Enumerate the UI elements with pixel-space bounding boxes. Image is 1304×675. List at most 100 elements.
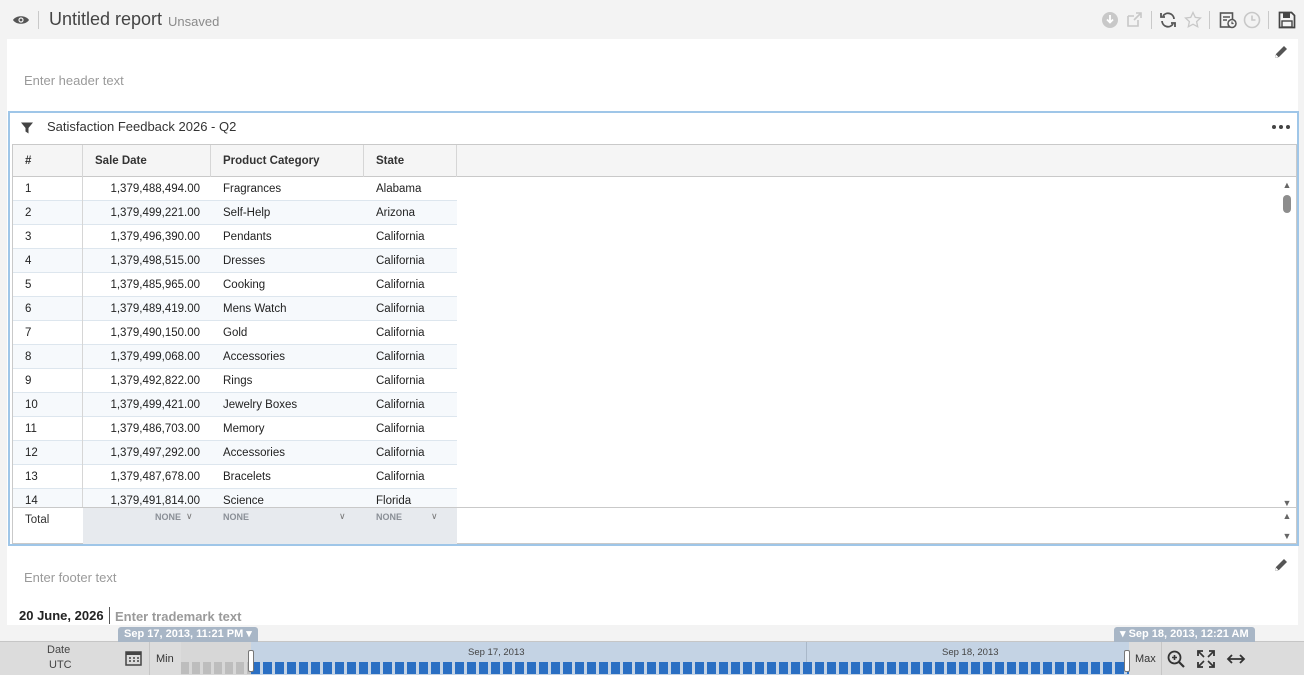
range-start-label[interactable]: Sep 17, 2013, 11:21 PM ▾	[118, 627, 258, 642]
row-number: 2	[25, 207, 32, 219]
table-row[interactable]: 3 1,379,496,390.00 Pendants California	[13, 225, 457, 249]
table-row[interactable]: 1 1,379,488,494.00 Fragrances Alabama	[13, 177, 457, 201]
table-widget[interactable]: Satisfaction Feedback 2026 - Q2 # Sale D…	[8, 111, 1299, 546]
product-category-cell: Self-Help	[223, 207, 271, 219]
time-slider: Sep 17, 2013, 11:21 PM ▾ ▾ Sep 18, 2013,…	[0, 627, 1304, 675]
row-number: 1	[25, 183, 32, 195]
product-category-cell: Accessories	[223, 447, 285, 459]
filter-icon[interactable]	[20, 121, 34, 135]
timeline-track[interactable]: Sep 17, 2013 Sep 18, 2013	[181, 642, 1130, 675]
table-row[interactable]: 2 1,379,499,221.00 Self-Help Arizona	[13, 201, 457, 225]
table-row[interactable]: 5 1,379,485,965.00 Cooking California	[13, 273, 457, 297]
sale-date-cell: 1,379,497,292.00	[110, 447, 200, 459]
column-divider	[82, 145, 83, 543]
timezone-label: UTC	[49, 659, 72, 671]
table-header-row: # Sale Date Product Category State	[13, 145, 1296, 177]
calendar-icon[interactable]	[125, 650, 142, 666]
scroll-down-icon[interactable]: ▼	[1282, 499, 1292, 508]
table-row[interactable]: 4 1,379,498,515.00 Dresses California	[13, 249, 457, 273]
state-cell: Alabama	[376, 183, 422, 195]
range-end-text: Sep 18, 2013, 12:21 AM	[1128, 628, 1249, 640]
open-external-icon[interactable]	[1125, 11, 1143, 29]
table-row[interactable]: 10 1,379,499,421.00 Jewelry Boxes Californi…	[13, 393, 457, 417]
row-number: 9	[25, 375, 32, 387]
footer-text-placeholder[interactable]: Enter footer text	[24, 570, 117, 585]
column-header-number[interactable]: #	[13, 145, 83, 177]
chevron-down-icon[interactable]: ∨	[186, 511, 193, 522]
row-number: 12	[25, 447, 38, 459]
chevron-down-icon[interactable]: ∨	[431, 511, 438, 522]
scroll-down-icon[interactable]: ▼	[1282, 532, 1292, 541]
row-number: 6	[25, 303, 32, 315]
product-category-cell: Memory	[223, 423, 265, 435]
report-toolbar: Untitled report Unsaved	[0, 0, 1304, 40]
chevron-down-icon[interactable]: ∨	[339, 511, 346, 522]
sale-date-cell: 1,379,499,221.00	[110, 207, 200, 219]
edit-header-icon[interactable]	[1273, 44, 1289, 60]
product-category-cell: Gold	[223, 327, 248, 339]
range-end-handle[interactable]	[1124, 650, 1130, 672]
sale-date-cell: 1,379,491,814.00	[110, 495, 200, 507]
product-category-aggregation[interactable]: NONE	[223, 512, 249, 522]
table-body: 1 1,379,488,494.00 Fragrances Alabama 2 1,37…	[13, 177, 457, 507]
toolbar-divider	[1209, 11, 1210, 29]
max-button[interactable]: Max	[1135, 653, 1156, 665]
product-category-cell: Science	[223, 495, 264, 507]
edit-footer-icon[interactable]	[1273, 557, 1289, 573]
zoom-in-icon[interactable]	[1166, 649, 1186, 669]
scrollbar-thumb[interactable]	[1283, 195, 1291, 213]
product-category-cell: Mens Watch	[223, 303, 287, 315]
state-cell: California	[376, 279, 425, 291]
min-button[interactable]: Min	[156, 653, 174, 665]
fit-range-icon[interactable]	[1196, 649, 1216, 669]
range-start-handle[interactable]	[248, 650, 254, 672]
state-cell: California	[376, 447, 425, 459]
schedule-report-icon[interactable]	[1219, 11, 1237, 29]
eye-icon[interactable]	[12, 12, 30, 28]
sale-date-cell: 1,379,498,515.00	[110, 255, 200, 267]
report-title[interactable]: Untitled report	[49, 9, 162, 30]
save-icon[interactable]	[1278, 11, 1296, 29]
history-icon[interactable]	[1243, 11, 1261, 29]
state-cell: California	[376, 303, 425, 315]
scroll-up-icon[interactable]: ▲	[1282, 181, 1292, 190]
axis-label: Sep 18, 2013	[942, 647, 999, 658]
more-options-icon[interactable]	[1271, 121, 1291, 133]
totals-row: Total NONE ∨ NONE ∨ NONE ∨ ▲ ▼	[13, 507, 1296, 544]
table-row[interactable]: 13 1,379,487,678.00 Bracelets California	[13, 465, 457, 489]
table-row[interactable]: 8 1,379,499,068.00 Accessories California	[13, 345, 457, 369]
table-row[interactable]: 6 1,379,489,419.00 Mens Watch California	[13, 297, 457, 321]
scroll-up-icon[interactable]: ▲	[1282, 512, 1292, 521]
state-aggregation[interactable]: NONE	[376, 512, 402, 522]
product-category-cell: Fragrances	[223, 183, 282, 195]
toolbar-divider	[1268, 11, 1269, 29]
row-number: 10	[25, 399, 38, 411]
range-end-label[interactable]: ▾ Sep 18, 2013, 12:21 AM	[1114, 627, 1255, 642]
sale-date-cell: 1,379,486,703.00	[110, 423, 200, 435]
download-icon[interactable]	[1101, 11, 1119, 29]
sale-date-cell: 1,379,490,150.00	[110, 327, 200, 339]
product-category-cell: Cooking	[223, 279, 266, 291]
sale-date-aggregation[interactable]: NONE	[155, 512, 181, 522]
expand-horizontal-icon[interactable]	[1226, 649, 1246, 669]
total-label: Total	[25, 514, 50, 526]
table-scrollbar[interactable]: ▲ ▼	[1282, 181, 1292, 511]
row-number: 11	[25, 423, 37, 435]
table-row[interactable]: 9 1,379,492,822.00 Rings California	[13, 369, 457, 393]
column-header-state[interactable]: State	[364, 145, 457, 177]
header-text-placeholder[interactable]: Enter header text	[24, 73, 124, 88]
row-number: 8	[25, 351, 32, 363]
refresh-icon[interactable]	[1159, 11, 1177, 29]
row-number: 13	[25, 471, 38, 483]
totals-scrollbar[interactable]: ▲ ▼	[1282, 512, 1292, 542]
state-cell: California	[376, 231, 425, 243]
star-icon[interactable]	[1184, 11, 1202, 29]
table-row[interactable]: 14 1,379,491,814.00 Science Florida	[13, 489, 457, 507]
column-header-product-category[interactable]: Product Category	[211, 145, 364, 177]
sale-date-cell: 1,379,496,390.00	[110, 231, 200, 243]
column-header-sale-date[interactable]: Sale Date	[83, 145, 211, 177]
table-row[interactable]: 11 1,379,486,703.00 Memory California	[13, 417, 457, 441]
table-row[interactable]: 7 1,379,490,150.00 Gold California	[13, 321, 457, 345]
table-row[interactable]: 12 1,379,497,292.00 Accessories California	[13, 441, 457, 465]
trademark-text-placeholder[interactable]: Enter trademark text	[115, 609, 241, 624]
